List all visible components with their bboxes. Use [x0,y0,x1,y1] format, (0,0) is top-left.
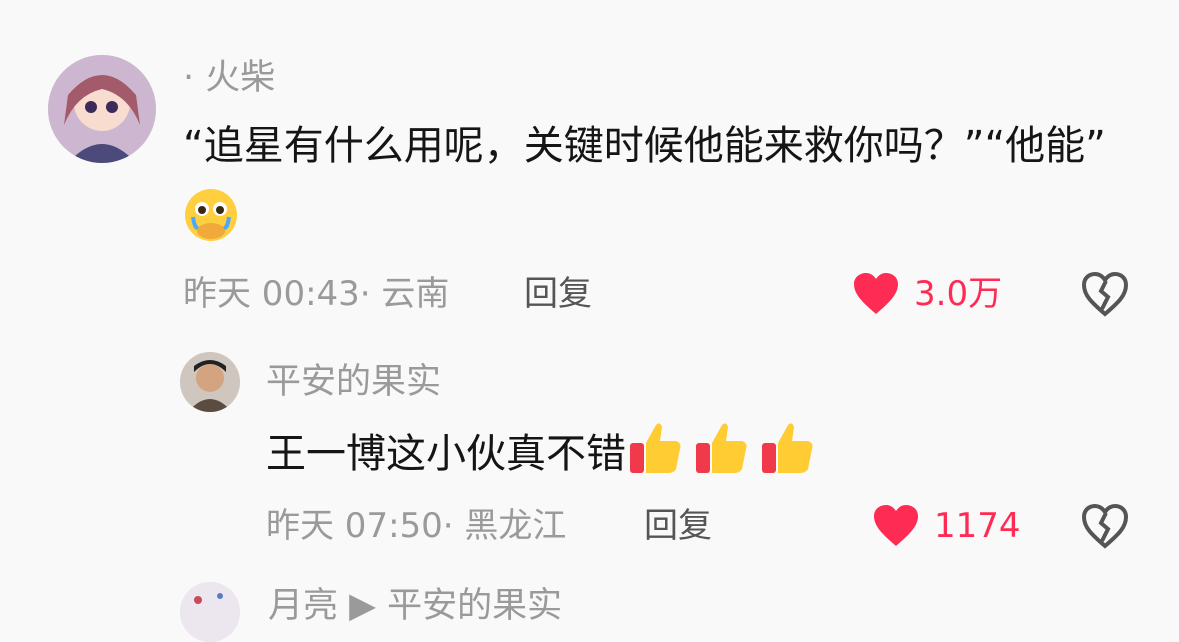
comment-meta: 昨天 00:43· 云南 [183,274,450,314]
reply-meta: 昨天 07:50· 黑龙江 [266,506,567,546]
comment-text: “追星有什么用呢，关键时候他能来救你吗？”“他能” [183,110,1143,254]
third-avatar[interactable] [180,582,240,642]
reply-like-button[interactable]: 1174 [872,500,1021,552]
reply-dislike-button[interactable] [1080,502,1130,552]
reply-like-count: 1174 [934,506,1021,546]
thumbs-up-icon [630,423,681,473]
reply-reply-button[interactable]: 回复 [644,504,712,548]
thumbs-up-emojis [626,419,816,477]
comment-like-button[interactable]: 3.0万 [852,268,1002,320]
comment-text-content: “追星有什么用呢，关键时候他能来救你吗？”“他能” [183,123,1106,169]
crying-face-emoji-icon [185,189,237,241]
comment-like-count: 3.0万 [914,274,1003,314]
reply-author[interactable]: 平安的果实 [266,360,441,404]
broken-heart-icon [1081,271,1129,317]
comment-reply-button[interactable]: 回复 [524,272,592,316]
comment-dislike-button[interactable] [1080,270,1130,320]
third-author[interactable]: 月亮 ▶ 平安的果实 [268,584,562,628]
comment-author[interactable]: · 火柴 [183,56,275,100]
heart-icon [874,505,918,546]
reply-text-content: 王一博这小伙真不错 [266,431,626,477]
thumbs-up-icon [762,423,813,473]
reply-avatar[interactable] [180,352,240,412]
thumbs-up-icon [696,423,747,473]
reply-text: 王一博这小伙真不错 [266,418,816,490]
broken-heart-icon [1081,503,1129,549]
comment-avatar[interactable] [48,55,156,163]
heart-icon [854,273,898,314]
